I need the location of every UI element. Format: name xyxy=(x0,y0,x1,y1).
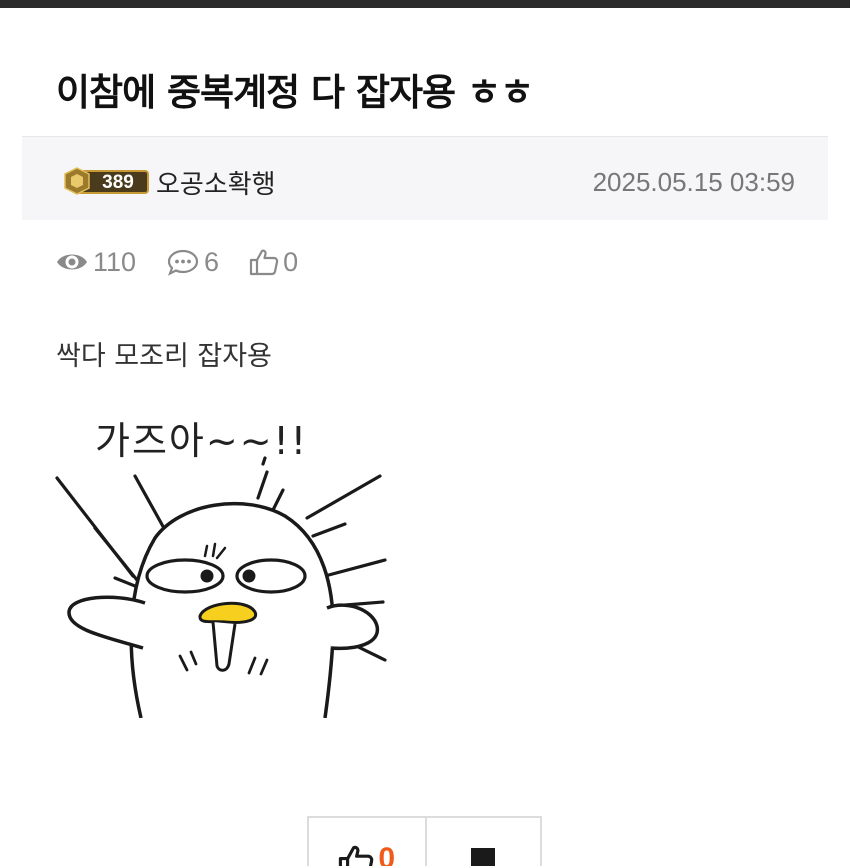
like-count: 0 xyxy=(378,842,396,866)
thumbs-up-icon xyxy=(339,845,374,866)
level-number: 389 xyxy=(102,172,134,193)
author-name[interactable]: 오공소확행 xyxy=(156,164,276,201)
like-button[interactable]: 0 xyxy=(309,818,425,866)
eye-icon xyxy=(57,254,87,270)
bookmark-button[interactable] xyxy=(424,818,541,866)
likes-stat: 0 xyxy=(249,247,298,278)
post-body-text: 싹다 모조리 잡자용 xyxy=(56,341,272,372)
thumbs-up-icon xyxy=(249,249,279,276)
duck-sticker: 가즈아~~!! xyxy=(55,398,390,719)
vote-box: 0 xyxy=(307,816,542,866)
comments-count: 6 xyxy=(204,246,220,277)
comments-stat: 6 xyxy=(166,247,219,278)
post-stats: 110 6 0 xyxy=(55,244,328,280)
author-bar: 389 오공소확행 2025.05.15 03:59 xyxy=(22,136,828,220)
post-date: 2025.05.15 03:59 xyxy=(592,167,795,197)
sticker-caption: 가즈아~~!! xyxy=(95,419,309,463)
views-count: 110 xyxy=(93,246,137,277)
top-bar xyxy=(0,0,850,8)
comment-icon xyxy=(167,249,199,276)
likes-count: 0 xyxy=(283,246,299,277)
bookmark-icon xyxy=(471,848,496,866)
views-stat: 110 xyxy=(55,247,136,278)
post-title: 이참에 중복계정 다 잡자용 ㅎㅎ xyxy=(56,71,534,114)
level-badge: 389 xyxy=(64,167,149,195)
